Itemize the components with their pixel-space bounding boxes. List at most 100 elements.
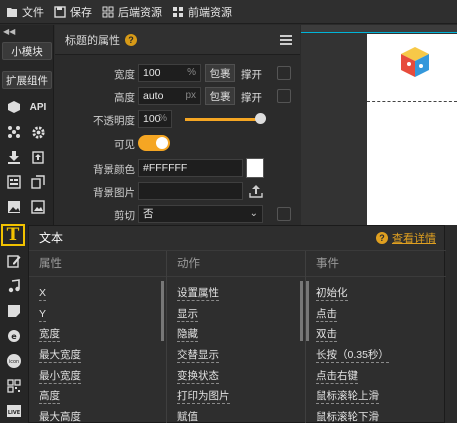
list-item[interactable]: 鼠标滚轮上滑 (316, 386, 446, 407)
text-component-button[interactable]: T (1, 224, 25, 246)
save-icon (54, 5, 66, 18)
list-item[interactable]: 打印为图片 (177, 386, 305, 407)
list-item[interactable]: 最小宽度 (39, 366, 166, 387)
list-item[interactable]: 设置属性 (177, 283, 305, 304)
icon-font-icon[interactable]: icon (3, 350, 25, 372)
column-header: 属性 (29, 251, 166, 277)
scrollbar[interactable] (161, 281, 164, 341)
edit-icon[interactable] (3, 250, 25, 272)
svg-text:icon: icon (9, 359, 19, 365)
view-details-link[interactable]: ? 查看详情 (376, 230, 436, 246)
music-icon[interactable] (3, 275, 25, 297)
list-item[interactable]: 赋值 (177, 407, 305, 423)
list-item[interactable]: 双击 (316, 324, 446, 345)
help-icon[interactable]: ? (125, 33, 137, 46)
opacity-slider-handle[interactable] (255, 113, 266, 124)
width-wrap-button[interactable]: 包裹 (205, 64, 235, 82)
list-item[interactable]: 变换状态 (177, 366, 305, 387)
upload-icon[interactable] (249, 184, 263, 198)
height-label: 高度 (114, 92, 135, 104)
link-icon[interactable] (277, 89, 291, 103)
browser-icon[interactable]: e (3, 325, 25, 347)
bgimage-input[interactable] (138, 182, 243, 200)
list-item[interactable]: 交替显示 (177, 345, 305, 366)
network-icon[interactable] (3, 121, 25, 143)
sticky-note-icon[interactable] (3, 300, 25, 322)
form-icon[interactable] (3, 171, 25, 193)
file-icon (7, 7, 17, 17)
height-input[interactable]: auto px (138, 87, 201, 105)
svg-text:e: e (11, 332, 17, 341)
list-item[interactable]: X (39, 283, 166, 304)
image-icon[interactable] (3, 196, 25, 218)
bgcolor-row: 背景颜色 #FFFFFF (55, 158, 300, 178)
property-panel: 标题的属性 ? 宽度 100% 包裹 撑开 高度 auto px 包裹 撑开 不透… (55, 25, 300, 225)
cube-icon[interactable] (3, 96, 25, 118)
bgimage-row: 背景图片 (55, 181, 300, 201)
column-header: 动作 (167, 251, 305, 277)
frontend-resources-button[interactable]: 前端资源 (172, 4, 232, 20)
upload-icon[interactable] (27, 146, 49, 168)
bgcolor-input[interactable]: #FFFFFF (138, 159, 243, 177)
list-item[interactable]: 宽度 (39, 324, 166, 345)
gear-icon[interactable] (27, 121, 49, 143)
menu-icon[interactable] (280, 35, 292, 45)
backend-resources-button[interactable]: 后端资源 (102, 4, 162, 20)
list-item[interactable]: 鼠标滚轮下滑 (316, 407, 446, 423)
question-icon: ? (376, 232, 388, 244)
list-item[interactable]: 长按（0.35秒） (316, 345, 446, 366)
gallery-icon[interactable] (27, 196, 49, 218)
qrcode-icon[interactable] (3, 375, 25, 397)
save-button[interactable]: 保存 (54, 4, 92, 20)
grid-icon (102, 6, 114, 17)
link-icon[interactable] (277, 66, 291, 80)
stage[interactable] (367, 34, 457, 225)
list-item[interactable]: 点击 (316, 304, 446, 325)
list-item[interactable]: 最大宽度 (39, 345, 166, 366)
width-label: 宽度 (114, 69, 135, 81)
list-item[interactable]: 高度 (39, 386, 166, 407)
list-item[interactable]: 最大高度 (39, 407, 166, 423)
scrollbar[interactable] (300, 281, 303, 341)
list-item[interactable]: 隐藏 (177, 324, 305, 345)
scrollbar[interactable] (306, 281, 309, 341)
list-item[interactable]: 显示 (177, 304, 305, 325)
api-button[interactable]: API (27, 96, 49, 118)
opacity-label: 不透明度 (93, 115, 135, 127)
clip-row: 剪切 否 ⌄ (55, 204, 300, 224)
grid-icon (173, 6, 183, 17)
height-row: 高度 auto px 包裹 撑开 (55, 86, 300, 106)
height-stretch-button[interactable]: 撑开 (241, 90, 262, 105)
visible-row: 可见 (55, 133, 300, 153)
width-stretch-button[interactable]: 撑开 (241, 67, 262, 82)
list-item[interactable]: 初始化 (316, 283, 446, 304)
list-item[interactable]: Y (39, 304, 166, 325)
clip-label: 剪切 (114, 210, 135, 222)
list-item[interactable]: 点击右键 (316, 366, 446, 387)
copy-icon[interactable] (27, 171, 49, 193)
opacity-input[interactable]: 100% (138, 110, 172, 128)
link-icon[interactable] (277, 207, 291, 221)
clip-select[interactable]: 否 ⌄ (138, 205, 263, 223)
height-wrap-button[interactable]: 包裹 (205, 87, 235, 105)
view-details-label: 查看详情 (392, 233, 436, 245)
design-canvas[interactable] (301, 25, 457, 225)
visible-toggle[interactable] (138, 135, 170, 151)
collapse-icon[interactable]: ◀◀ (3, 27, 15, 36)
live-icon[interactable]: LIVE (3, 400, 25, 422)
bgcolor-label: 背景颜色 (93, 164, 135, 176)
opacity-slider-track[interactable] (185, 118, 261, 121)
extension-components-button[interactable]: 扩展组件 (2, 71, 52, 89)
file-button[interactable]: 文件 (6, 4, 44, 20)
popup-columns: 属性 X Y 宽度 最大宽度 最小宽度 高度 最大高度 动作 设置属性 显示 隐… (29, 250, 446, 423)
small-module-button[interactable]: 小模块 (2, 42, 52, 60)
svg-text:LIVE: LIVE (8, 410, 21, 416)
download-icon[interactable] (3, 146, 25, 168)
color-swatch[interactable] (246, 158, 264, 178)
actions-column: 动作 设置属性 显示 隐藏 交替显示 变换状态 打印为图片 赋值 (167, 251, 306, 423)
visible-label: 可见 (114, 139, 135, 151)
properties-column: 属性 X Y 宽度 最大宽度 最小宽度 高度 最大高度 (29, 251, 167, 423)
logo-icon (401, 47, 429, 77)
width-input[interactable]: 100% (138, 64, 201, 82)
component-info-popup: 文本 ? 查看详情 属性 X Y 宽度 最大宽度 最小宽度 高度 最大高度 动作… (28, 225, 446, 423)
